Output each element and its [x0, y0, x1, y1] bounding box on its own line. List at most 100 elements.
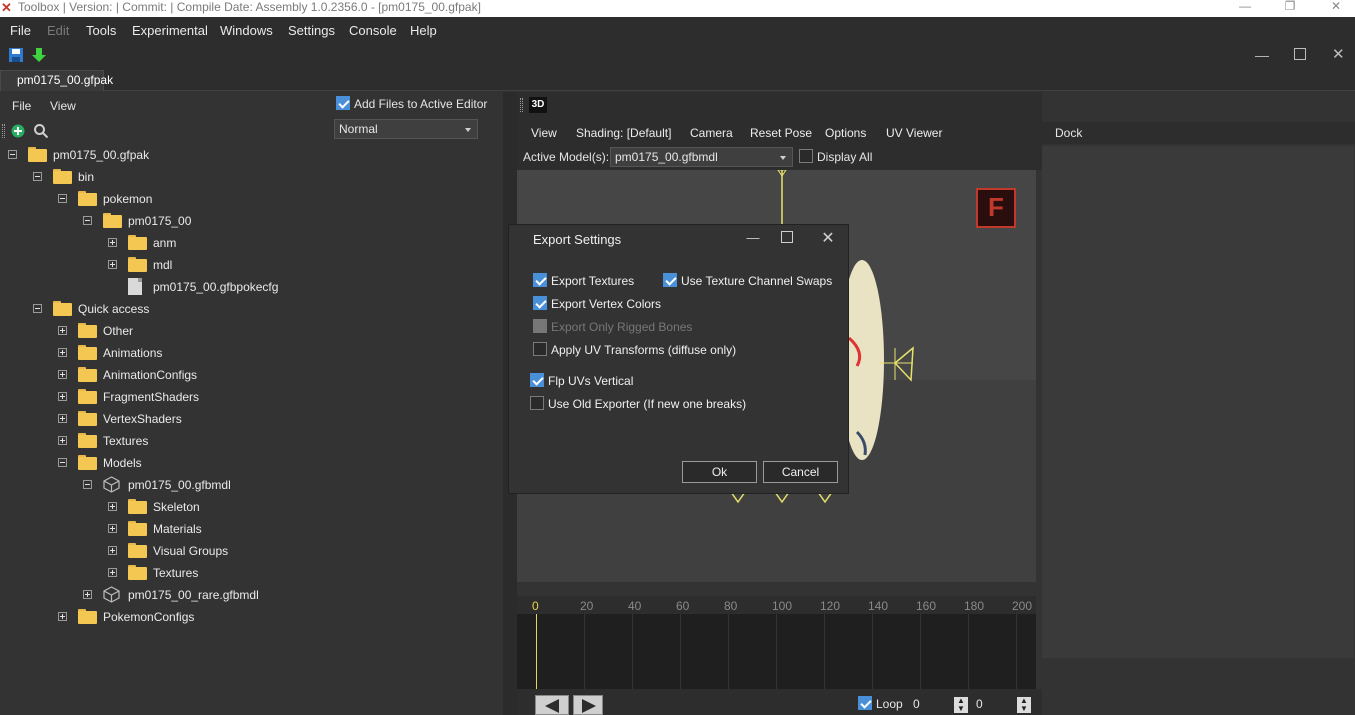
expand-icon[interactable]: [108, 568, 117, 577]
dialog-minimize-icon[interactable]: —: [743, 230, 763, 246]
texture-channel-swaps-checkbox[interactable]: [663, 273, 677, 287]
tree-row[interactable]: pokemon: [0, 188, 500, 210]
dialog-maximize-icon[interactable]: [781, 231, 793, 243]
tree-row[interactable]: pm0175_00: [0, 210, 500, 232]
flip-uvs-checkbox[interactable]: [530, 373, 544, 387]
add-icon[interactable]: [11, 124, 25, 138]
viewport-menu-shading[interactable]: Shading: [Default]: [576, 126, 671, 140]
playhead[interactable]: [536, 614, 537, 689]
old-exporter-checkbox[interactable]: [530, 396, 544, 410]
tree-label: pm0175_00_rare.gfbmdl: [128, 588, 259, 602]
expand-icon[interactable]: [58, 326, 67, 335]
dialog-close-icon[interactable]: ✕: [818, 228, 838, 247]
close-window-button[interactable]: ✕: [1321, 0, 1351, 15]
prev-frame-button[interactable]: [535, 695, 569, 715]
frame-end-stepper[interactable]: ▲ ▼: [1017, 697, 1031, 713]
loop-checkbox[interactable]: [858, 696, 872, 710]
close-doc-icon[interactable]: ✕: [1332, 45, 1348, 63]
download-arrow-icon[interactable]: [31, 47, 47, 63]
tree-row[interactable]: Textures: [0, 562, 500, 584]
tree-row[interactable]: VertexShaders: [0, 408, 500, 430]
tree-row[interactable]: Models: [0, 452, 500, 474]
frame-end-input[interactable]: 0: [976, 697, 983, 711]
menu-edit[interactable]: Edit: [47, 23, 69, 38]
collapse-icon[interactable]: [58, 194, 67, 203]
expand-icon[interactable]: [58, 348, 67, 357]
collapse-icon[interactable]: [83, 216, 92, 225]
collapse-icon[interactable]: [8, 150, 17, 159]
expand-icon[interactable]: [58, 436, 67, 445]
minimize-button[interactable]: —: [1230, 0, 1260, 15]
f-badge: F: [976, 188, 1016, 228]
menu-windows[interactable]: Windows: [220, 23, 273, 38]
viewport-menu-options[interactable]: Options: [825, 126, 866, 140]
tree-row[interactable]: pm0175_00.gfpak: [0, 144, 500, 166]
expand-icon[interactable]: [108, 502, 117, 511]
export-vertex-colors-checkbox[interactable]: [533, 296, 547, 310]
expand-icon[interactable]: [58, 370, 67, 379]
menu-experimental[interactable]: Experimental: [132, 23, 208, 38]
menu-console[interactable]: Console: [349, 23, 397, 38]
expand-icon[interactable]: [108, 524, 117, 533]
collapse-icon[interactable]: [58, 458, 67, 467]
tree-row[interactable]: anm: [0, 232, 500, 254]
collapse-icon[interactable]: [83, 480, 92, 489]
tree-row[interactable]: pm0175_00_rare.gfbmdl: [0, 584, 500, 606]
minimize-doc-icon[interactable]: —: [1255, 47, 1271, 63]
search-icon[interactable]: [33, 123, 49, 139]
display-all-checkbox[interactable]: [799, 149, 813, 163]
add-files-checkbox[interactable]: [336, 96, 350, 110]
export-textures-checkbox[interactable]: [533, 273, 547, 287]
menu-tools[interactable]: Tools: [86, 23, 116, 38]
tree-row[interactable]: AnimationConfigs: [0, 364, 500, 386]
tree-row[interactable]: mdl: [0, 254, 500, 276]
expand-icon[interactable]: [108, 546, 117, 555]
tree-row[interactable]: bin: [0, 166, 500, 188]
tree-row[interactable]: Skeleton: [0, 496, 500, 518]
expand-icon[interactable]: [108, 238, 117, 247]
viewport-menu-view[interactable]: View: [531, 126, 557, 140]
frame-input[interactable]: 0: [913, 697, 920, 711]
next-frame-button[interactable]: [573, 695, 603, 715]
tree-row[interactable]: Quick access: [0, 298, 500, 320]
tab-pm0175-gfpak[interactable]: pm0175_00.gfpak: [0, 70, 113, 91]
tree-row[interactable]: Materials: [0, 518, 500, 540]
expand-icon[interactable]: [108, 260, 117, 269]
maximize-doc-icon[interactable]: [1294, 48, 1306, 60]
viewport-menu-uv-viewer[interactable]: UV Viewer: [886, 126, 942, 140]
timeline-tick-label: 60: [676, 599, 690, 613]
expand-icon[interactable]: [83, 590, 92, 599]
frame-stepper[interactable]: ▲ ▼: [954, 697, 968, 713]
cancel-button[interactable]: Cancel: [763, 461, 838, 483]
tree-row[interactable]: Other: [0, 320, 500, 342]
panel-menu-view[interactable]: View: [50, 99, 76, 113]
tree-row[interactable]: pm0175_00.gfbmdl: [0, 474, 500, 496]
viewport-menu-reset-pose[interactable]: Reset Pose: [750, 126, 812, 140]
apply-uv-transforms-checkbox[interactable]: [533, 342, 547, 356]
mode-select[interactable]: Normal: [334, 119, 478, 139]
tree-row[interactable]: Animations: [0, 342, 500, 364]
file-tree: pm0175_00.gfpak bin pokemon pm0175_00 anm mdl…: [0, 144, 500, 644]
tree-row[interactable]: Visual Groups: [0, 540, 500, 562]
expand-icon[interactable]: [58, 392, 67, 401]
collapse-icon[interactable]: [33, 304, 42, 313]
timeline-track[interactable]: [517, 614, 1036, 689]
menu-help[interactable]: Help: [410, 23, 437, 38]
collapse-icon[interactable]: [33, 172, 42, 181]
expand-icon[interactable]: [58, 612, 67, 621]
panel-menu-file[interactable]: File: [12, 99, 31, 113]
ok-button[interactable]: Ok: [682, 461, 757, 483]
tree-row[interactable]: PokemonConfigs: [0, 606, 500, 628]
tree-row[interactable]: FragmentShaders: [0, 386, 500, 408]
menu-file[interactable]: File: [10, 23, 31, 38]
viewport-menu-camera[interactable]: Camera: [690, 126, 733, 140]
restore-button[interactable]: ❐: [1275, 0, 1305, 15]
old-exporter-label: Use Old Exporter (If new one breaks): [548, 397, 747, 411]
tree-row[interactable]: pm0175_00.gfbpokecfg: [0, 276, 500, 298]
menu-settings[interactable]: Settings: [288, 23, 335, 38]
active-model-select[interactable]: pm0175_00.gfbmdl: [610, 147, 793, 167]
save-icon[interactable]: [8, 47, 24, 63]
tree-row[interactable]: Textures: [0, 430, 500, 452]
3d-tab-icon[interactable]: 3D: [529, 97, 547, 113]
expand-icon[interactable]: [58, 414, 67, 423]
